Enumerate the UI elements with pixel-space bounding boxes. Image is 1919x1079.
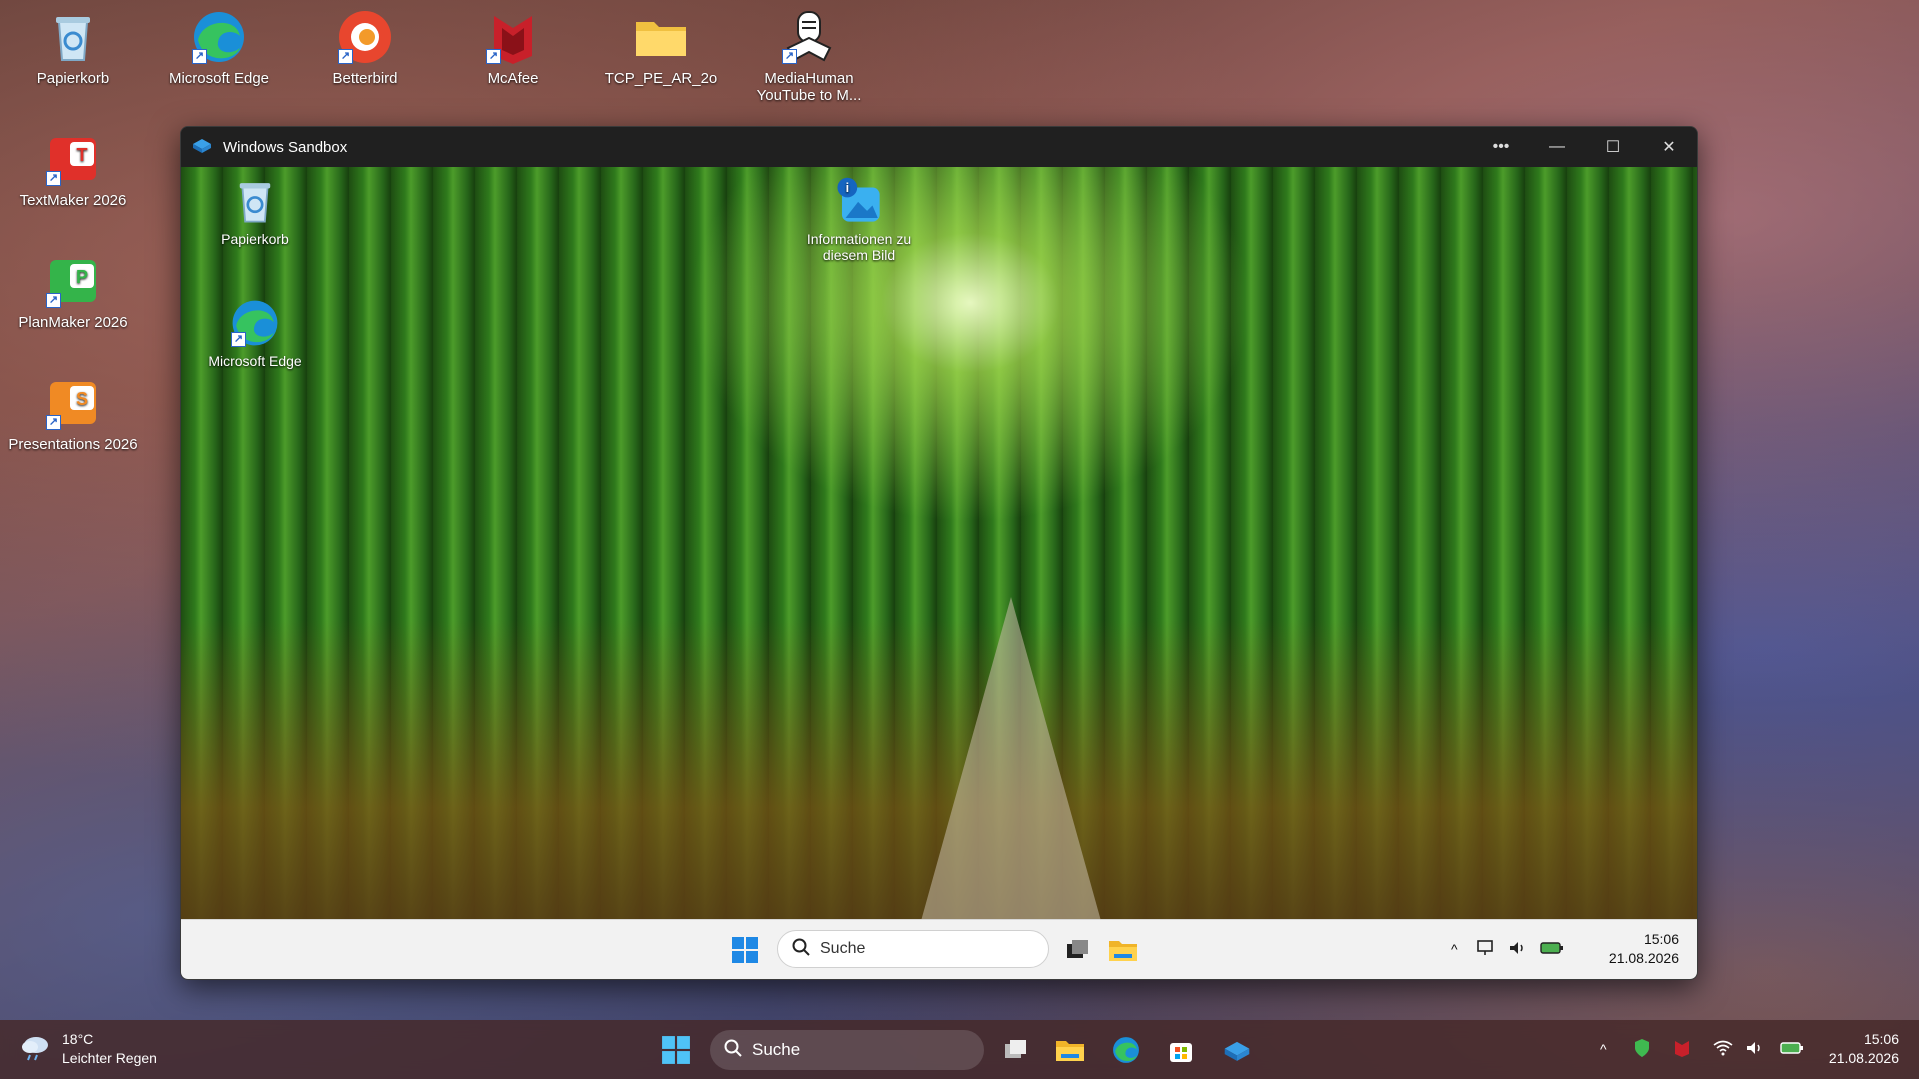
show-hidden-icons-button[interactable]: ^ (1451, 941, 1458, 957)
task-view-button[interactable] (995, 1030, 1035, 1070)
desktop-icon-folder[interactable]: TCP_PE_AR_2o (596, 8, 726, 87)
textmaker-icon: T ↗ (44, 130, 102, 188)
edge-icon (1113, 1037, 1139, 1063)
folder-icon (632, 8, 690, 66)
desktop-icon-recycle-bin[interactable]: Papierkorb (8, 8, 138, 87)
shortcut-arrow-icon: ↗ (486, 49, 501, 64)
taskbar: 18°C Leichter Regen Suche ^ 15:06 21.08.… (0, 1020, 1919, 1079)
file-explorer-icon (1109, 941, 1137, 961)
taskbar-search-placeholder: Suche (752, 1040, 801, 1059)
sandbox-app-icon (191, 136, 213, 158)
mediahuman-icon: ↗ (780, 8, 838, 66)
windows-logo-icon (732, 937, 758, 963)
sandbox-search-box[interactable]: Suche (777, 930, 1049, 968)
sandbox-file-explorer-button[interactable] (1103, 930, 1143, 970)
close-button[interactable]: ✕ (1641, 127, 1697, 167)
weather-desc: Leichter Regen (62, 1050, 157, 1066)
desktop-icon-mcafee[interactable]: ↗ McAfee (448, 8, 578, 87)
betterbird-icon: ↗ (336, 8, 394, 66)
weather-temp: 18°C (62, 1031, 94, 1047)
sandbox-clock[interactable]: 15:06 21.08.2026 (1609, 930, 1679, 968)
windows-logo-icon (662, 1036, 690, 1064)
mcafee-icon: ↗ (484, 8, 542, 66)
desktop-icon-textmaker[interactable]: T ↗ TextMaker 2026 (8, 130, 138, 209)
battery-icon[interactable] (1779, 1040, 1805, 1059)
edge-icon: ↗ (190, 8, 248, 66)
sandbox-icon-recycle-bin[interactable]: Papierkorb (195, 175, 315, 247)
sandbox-tray: ^ (1451, 934, 1564, 964)
security-shield-icon[interactable] (1633, 1038, 1651, 1061)
rain-cloud-icon (20, 1033, 52, 1066)
shortcut-arrow-icon: ↗ (46, 293, 61, 308)
taskbar-search-box[interactable]: Suche (710, 1030, 984, 1070)
recycle-bin-icon (229, 175, 281, 227)
task-view-icon (1067, 940, 1088, 958)
svg-text:P: P (76, 267, 88, 287)
sandbox-icon (1224, 1041, 1250, 1061)
wifi-icon[interactable] (1713, 1040, 1733, 1059)
shortcut-arrow-icon: ↗ (46, 171, 61, 186)
edge-taskbar-button[interactable] (1106, 1030, 1146, 1070)
minimize-button[interactable]: — (1529, 127, 1585, 167)
desktop-icon-edge[interactable]: ↗ Microsoft Edge (154, 8, 284, 87)
bamboo-path (921, 597, 1101, 921)
svg-text:T: T (77, 145, 88, 165)
more-options-button[interactable]: ••• (1473, 127, 1529, 167)
sandbox-search-placeholder: Suche (820, 940, 866, 957)
taskbar-clock[interactable]: 15:06 21.08.2026 (1829, 1030, 1899, 1068)
shortcut-arrow-icon: ↗ (782, 49, 797, 64)
sandbox-icon-image-info[interactable]: i Informationen zu diesem Bild (799, 175, 919, 263)
shortcut-arrow-icon: ↗ (231, 332, 246, 347)
start-button[interactable] (656, 1030, 696, 1070)
store-icon (1170, 1043, 1192, 1062)
sandbox-taskbar: Suche ^ 15:06 21.08.2026 (181, 919, 1697, 979)
sandbox-time: 15:06 (1643, 931, 1679, 947)
show-hidden-icons-button[interactable]: ^ (1600, 1041, 1607, 1057)
file-explorer-button[interactable] (1050, 1030, 1090, 1070)
maximize-button[interactable]: ☐ (1585, 127, 1641, 167)
volume-icon[interactable] (1508, 939, 1528, 960)
task-view-icon (1005, 1040, 1026, 1058)
store-button[interactable] (1161, 1030, 1201, 1070)
sandbox-date: 21.08.2026 (1608, 950, 1679, 966)
presentations-icon: S ↗ (44, 374, 102, 432)
volume-icon[interactable] (1745, 1039, 1765, 1060)
taskbar-date: 21.08.2026 (1828, 1050, 1899, 1066)
recycle-bin-icon (44, 8, 102, 66)
planmaker-icon: P ↗ (44, 252, 102, 310)
weather-widget[interactable]: 18°C Leichter Regen (20, 1030, 157, 1068)
shortcut-arrow-icon: ↗ (338, 49, 353, 64)
mcafee-tray-icon[interactable] (1673, 1039, 1691, 1060)
desktop-icon-mediahuman[interactable]: ↗ MediaHuman YouTube to M... (744, 8, 874, 104)
svg-text:S: S (76, 389, 88, 409)
search-icon (792, 938, 810, 961)
sandbox-title: Windows Sandbox (223, 138, 348, 156)
shortcut-arrow-icon: ↗ (192, 49, 207, 64)
taskbar-time: 15:06 (1863, 1031, 1899, 1047)
svg-text:i: i (846, 181, 850, 195)
sandbox-start-button[interactable] (725, 930, 765, 970)
file-explorer-icon (1056, 1041, 1084, 1061)
image-info-icon: i (833, 175, 885, 227)
desktop-icon-presentations[interactable]: S ↗ Presentations 2026 (8, 374, 138, 453)
sandbox-titlebar[interactable]: Windows Sandbox ••• — ☐ ✕ (181, 127, 1697, 167)
desktop-icon-betterbird[interactable]: ↗ Betterbird (300, 8, 430, 87)
sandbox-task-view-button[interactable] (1057, 930, 1097, 970)
system-tray: ^ (1600, 1034, 1805, 1064)
edge-icon: ↗ (229, 297, 281, 349)
battery-icon[interactable] (1539, 940, 1564, 959)
sandbox-taskbar-button[interactable] (1217, 1030, 1257, 1070)
desktop-icon-planmaker[interactable]: P ↗ PlanMaker 2026 (8, 252, 138, 331)
sandbox-icon-edge[interactable]: ↗ Microsoft Edge (195, 297, 315, 369)
shortcut-arrow-icon: ↗ (46, 415, 61, 430)
sandbox-window[interactable]: Windows Sandbox ••• — ☐ ✕ Papierkorb ↗ M… (180, 126, 1698, 980)
network-icon[interactable] (1476, 939, 1496, 960)
sandbox-desktop[interactable]: Papierkorb ↗ Microsoft Edge i Informatio… (181, 167, 1697, 921)
search-icon (724, 1039, 742, 1062)
